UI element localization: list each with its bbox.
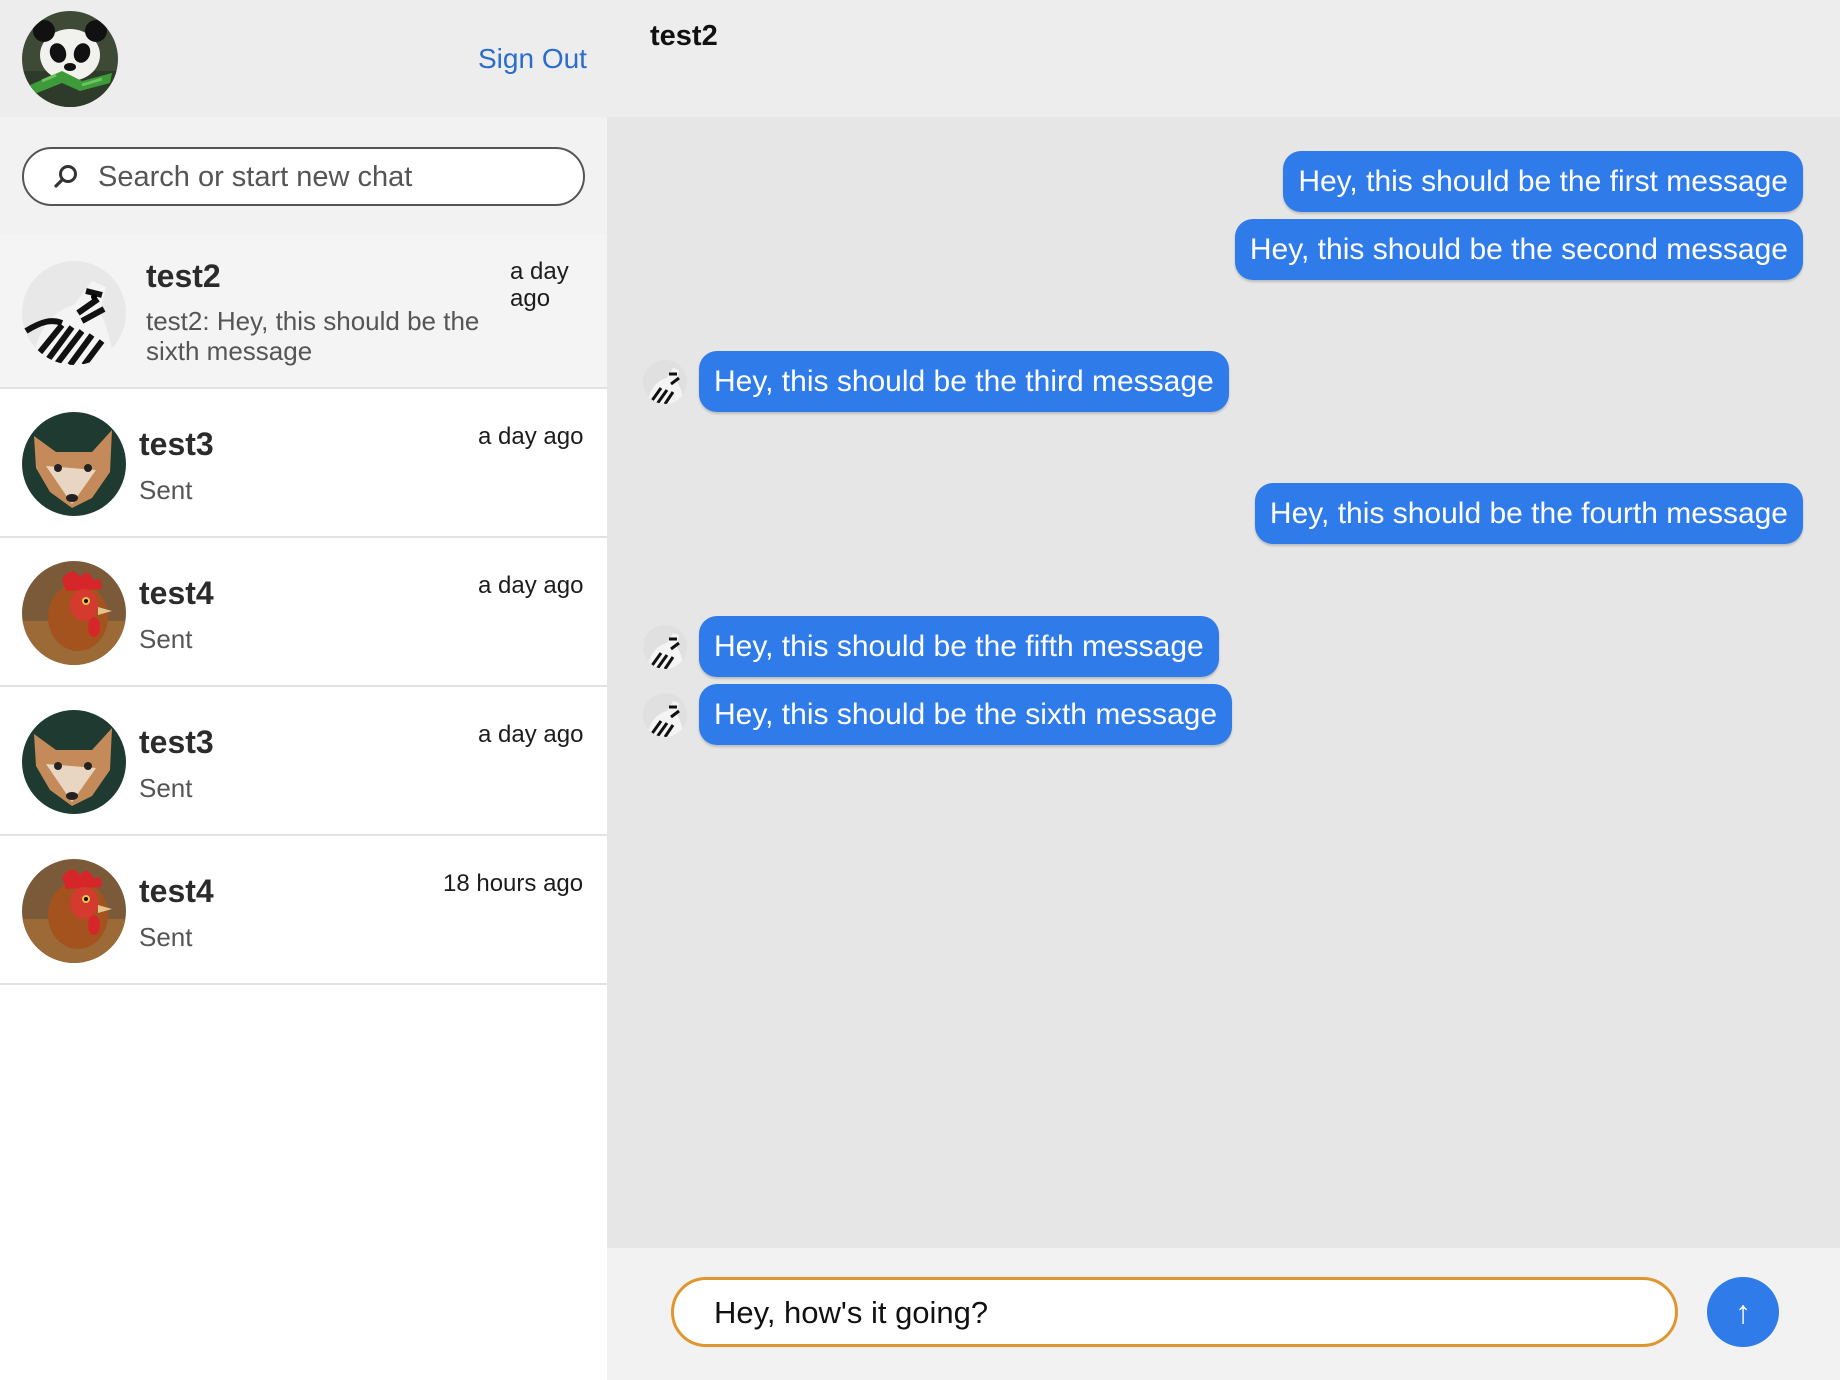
compose-box[interactable]: [671, 1277, 1678, 1347]
message-row: Hey, this should be the first message: [1283, 151, 1803, 212]
zebra-icon: [643, 359, 687, 404]
zebra-avatar: [22, 261, 126, 365]
sidebar-header: Sign Out: [0, 0, 607, 117]
chat-time: a day ago: [478, 572, 584, 599]
conversation-header: test2: [607, 0, 1840, 117]
chat-preview: Sent: [139, 773, 193, 803]
message-bubble-outgoing: Hey, this should be the fourth message: [1254, 483, 1803, 544]
chat-time: a day ago: [478, 721, 584, 748]
zebra-icon: [22, 261, 126, 365]
chat-item-test4[interactable]: test4 Sent 18 hours ago: [0, 836, 607, 985]
message-input[interactable]: [714, 1292, 1634, 1334]
message-bubble-incoming: Hey, this should be the third message: [699, 351, 1229, 412]
fox-avatar: [22, 412, 126, 516]
chat-name: test3: [139, 724, 214, 760]
chat-time: 18 hours ago: [443, 870, 584, 897]
message-row: Hey, this should be the third message: [643, 351, 1229, 412]
message-bubble-incoming: Hey, this should be the sixth message: [699, 684, 1233, 745]
fox-avatar: [22, 710, 126, 814]
send-button[interactable]: ↑: [1707, 1277, 1779, 1347]
chat-item-test4[interactable]: test4 Sent a day ago: [0, 538, 607, 687]
rooster-avatar: [22, 859, 126, 963]
sign-out-link[interactable]: Sign Out: [478, 43, 587, 75]
chat-preview: Sent: [139, 922, 193, 952]
chat-name: test3: [139, 426, 214, 462]
search-icon: [52, 163, 80, 191]
chat-preview: test2: Hey, this should be the sixth mes…: [146, 306, 480, 366]
user-avatar[interactable]: [22, 11, 118, 107]
chat-name: test2: [146, 258, 221, 294]
message-row: Hey, this should be the sixth message: [643, 684, 1233, 745]
message-composer: ↑: [607, 1248, 1840, 1380]
conversation-title: test2: [650, 20, 718, 52]
chat-item-test2[interactable]: test2 test2: Hey, this should be the six…: [0, 234, 607, 389]
rooster-icon: [22, 561, 126, 665]
chat-time: a day ago: [510, 258, 569, 312]
chat-item-test3[interactable]: test3 Sent a day ago: [0, 687, 607, 836]
message-row: Hey, this should be the fifth message: [643, 616, 1219, 677]
message-bubble-incoming: Hey, this should be the fifth message: [699, 616, 1219, 677]
chat-preview: Sent: [139, 475, 193, 505]
conversation-pane: test2 Hey, this should be the first mess…: [607, 0, 1840, 1380]
message-bubble-outgoing: Hey, this should be the first message: [1283, 151, 1803, 212]
search-box[interactable]: [22, 147, 585, 206]
fox-icon: [22, 412, 126, 516]
chat-name: test4: [139, 873, 214, 909]
search-area: [0, 117, 607, 234]
message-row: Hey, this should be the fourth message: [1254, 483, 1803, 544]
zebra-icon: [643, 692, 687, 737]
rooster-icon: [22, 859, 126, 963]
sidebar: Sign Out test2 test2: Hey, this sho: [0, 0, 607, 1380]
rooster-avatar: [22, 561, 126, 665]
chat-name: test4: [139, 575, 214, 611]
message-bubble-outgoing: Hey, this should be the second message: [1234, 219, 1803, 280]
chat-time: a day ago: [478, 423, 584, 450]
sender-avatar: [643, 359, 687, 404]
arrow-up-icon: ↑: [1735, 1294, 1751, 1330]
zebra-icon: [643, 624, 687, 669]
chat-preview: Sent: [139, 624, 193, 654]
panda-avatar-icon: [22, 11, 118, 107]
sender-avatar: [643, 624, 687, 669]
message-row: Hey, this should be the second message: [1234, 219, 1803, 280]
chat-item-test3[interactable]: test3 Sent a day ago: [0, 389, 607, 538]
search-input[interactable]: [98, 157, 568, 197]
fox-icon: [22, 710, 126, 814]
sender-avatar: [643, 692, 687, 737]
